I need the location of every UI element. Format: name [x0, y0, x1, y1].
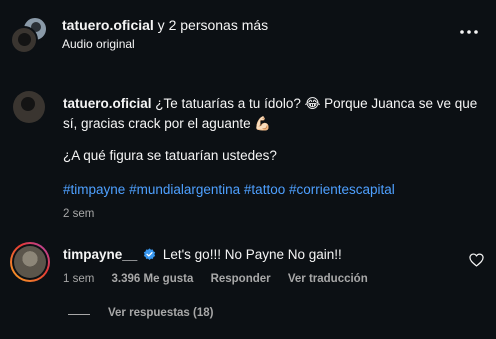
comment-meta: 1 sem 3.396 Me gusta Responder Ver tradu… [63, 273, 382, 285]
header-others[interactable]: y 2 personas más [154, 17, 269, 33]
post-caption: tatuero.oficial ¿Te tatuarías a tu ídolo… [63, 94, 483, 134]
verified-badge-icon [143, 248, 156, 260]
hashtag-link[interactable]: #mundialargentina [129, 182, 240, 197]
replies-divider [68, 314, 90, 315]
comment-author-avatar[interactable] [10, 242, 50, 282]
translate-button[interactable]: Ver traducción [288, 273, 368, 285]
comment-username[interactable]: timpayne__ [63, 247, 137, 262]
hashtag-list: #timpayne #mundialargentina #tattoo #cor… [63, 182, 395, 197]
avatar-image [14, 246, 46, 278]
more-horizontal-icon[interactable] [458, 24, 480, 40]
heart-outline-icon[interactable] [469, 253, 484, 267]
header-username[interactable]: tatuero.oficial [62, 17, 154, 33]
post-username[interactable]: tatuero.oficial [63, 96, 152, 111]
hashtag-link[interactable]: #tattoo [244, 182, 285, 197]
comment-body: timpayne__ Let's go!!! No Payne No gain!… [63, 247, 342, 262]
comment-text: Let's go!!! No Payne No gain!! [162, 247, 342, 262]
owner-avatar [10, 26, 38, 54]
hashtag-link[interactable]: #corrientescapital [289, 182, 395, 197]
post-author-avatar[interactable] [13, 91, 45, 123]
audio-label[interactable]: Audio original [62, 37, 135, 51]
reply-button[interactable]: Responder [211, 273, 271, 285]
comment-timestamp: 1 sem [63, 273, 95, 285]
header-avatar-stack[interactable] [10, 16, 50, 56]
comment-likes[interactable]: 3.396 Me gusta [112, 273, 194, 285]
header-title: tatuero.oficial y 2 personas más [62, 17, 268, 33]
hashtag-link[interactable]: #timpayne [63, 182, 125, 197]
caption-question: ¿A qué figura se tatuarían ustedes? [63, 148, 277, 163]
post-timestamp: 2 sem [63, 208, 95, 220]
avatar-ring [12, 244, 48, 280]
view-replies-button[interactable]: Ver respuestas (18) [108, 307, 213, 319]
